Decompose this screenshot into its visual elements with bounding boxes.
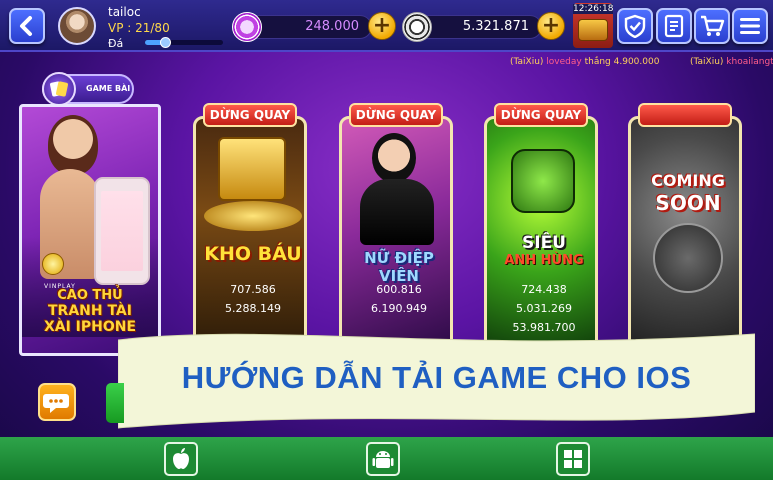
- rank-label: Đá: [108, 37, 124, 50]
- tutorial-banner-text: HƯỚNG DẪN TẢI GAME CHO IOS: [181, 360, 692, 395]
- treasure-chest-image: [218, 137, 286, 201]
- android-icon: [372, 451, 394, 468]
- ticker-text: thắng 4.900.000: [584, 57, 660, 67]
- game-bai-tab[interactable]: GAME BÀI: [42, 72, 134, 106]
- coin-icon: [42, 253, 64, 275]
- add-coins-button-2[interactable]: +: [537, 12, 565, 40]
- top-bar: tailoc VP : 21/80 Đá 248.000 + 5.321.871…: [0, 0, 773, 52]
- add-coins-button-1[interactable]: +: [368, 12, 396, 40]
- jackpot-value: 724.438: [521, 283, 567, 296]
- slot-card-sieu-anh-hung[interactable]: SIÊU ANH HÙNG 724.438 5.031.269 53.981.7…: [484, 116, 598, 354]
- plus-icon: +: [541, 13, 561, 38]
- slot-name-line-2: ANH HÙNG: [504, 253, 584, 268]
- jackpot-value: 600.816: [376, 283, 422, 296]
- document-icon: [664, 14, 684, 38]
- ticker-game: (TaiXiu): [690, 57, 724, 67]
- fist-image: [511, 149, 575, 213]
- windows-icon: [564, 450, 582, 468]
- skull-emblem-image: [653, 223, 723, 293]
- coin-balance-2: 5.321.871: [416, 15, 542, 39]
- game-bai-card[interactable]: VINPLAY CAO THỦ TRANH TÀI XÀI IPHONE: [19, 104, 161, 356]
- agent-head-image: [372, 133, 416, 183]
- ticker-player: loveday: [546, 57, 582, 67]
- game-bai-label: GAME BÀI: [86, 84, 131, 93]
- jackpot-value: 707.586: [230, 283, 276, 296]
- clock-text: 12:26:18: [573, 4, 614, 14]
- android-button[interactable]: [366, 442, 400, 476]
- side-button[interactable]: [106, 383, 124, 423]
- chip-icon: [402, 12, 432, 42]
- menu-icon: [740, 18, 760, 34]
- vp-progress-knob: [160, 37, 172, 48]
- vp-progress-bar: [145, 37, 223, 48]
- slot-status-ribbon: [638, 103, 732, 127]
- jackpot-value: 6.190.949: [371, 302, 427, 315]
- back-icon: [20, 16, 32, 36]
- avatar[interactable]: [58, 7, 96, 45]
- soon-label: SOON: [655, 191, 721, 215]
- event-chest[interactable]: 12:26:18: [573, 3, 613, 48]
- apple-icon: [173, 448, 189, 469]
- slot-card-kho-bau[interactable]: KHO BÁU 707.586 5.288.149: [193, 116, 307, 354]
- jackpot-value: 5.031.269: [516, 302, 572, 315]
- chat-button[interactable]: [38, 383, 76, 421]
- security-button[interactable]: [617, 8, 653, 44]
- promo-title-2: TRANH TÀI: [48, 303, 132, 319]
- ticker-game: (TaiXiu): [510, 57, 544, 67]
- ticker-item: (TaiXiu) khoailangti: [690, 57, 773, 67]
- back-button[interactable]: [9, 8, 45, 44]
- shop-button[interactable]: [694, 8, 730, 44]
- slot-status-ribbon: DỪNG QUAY: [494, 103, 588, 127]
- slot-card-nu-diep-vien[interactable]: NỮ ĐIỆP VIÊN 600.816 6.190.949: [339, 116, 453, 354]
- jackpot-value: 5.288.149: [225, 302, 281, 315]
- slot-name-line-1: SIÊU: [522, 233, 566, 253]
- ticker-player: khoailangti: [726, 57, 773, 67]
- gold-pile-image: [204, 201, 302, 231]
- slot-name: NỮ ĐIỆP VIÊN: [364, 249, 434, 285]
- slot-card-coming-soon: COMING SOON: [628, 116, 742, 354]
- plus-icon: +: [372, 13, 392, 38]
- agent-body-image: [360, 179, 434, 245]
- slot-name: KHO BÁU: [204, 243, 302, 265]
- phone-screen: [101, 191, 143, 271]
- ios-button[interactable]: [164, 442, 198, 476]
- ticker-item: (TaiXiu) loveday thắng 4.900.000: [510, 57, 659, 67]
- cards-glyph: [50, 81, 68, 97]
- cart-icon: [701, 15, 725, 36]
- menu-button[interactable]: [732, 8, 768, 44]
- phone-image: [94, 177, 150, 285]
- coming-label: COMING: [651, 171, 725, 190]
- shield-icon: [624, 14, 646, 38]
- vp-label: VP : 21/80: [108, 21, 170, 35]
- coin-balance-1: 248.000: [246, 15, 372, 39]
- slot-status-ribbon: DỪNG QUAY: [203, 103, 297, 127]
- history-button[interactable]: [656, 8, 692, 44]
- username: tailoc: [108, 5, 141, 19]
- promo-title-1: CAO THỦ: [57, 288, 123, 303]
- chest-icon: [578, 19, 608, 41]
- chip-icon: [232, 12, 262, 42]
- chat-icon: [43, 394, 69, 413]
- model-figure: [48, 115, 98, 175]
- slot-status-ribbon: DỪNG QUAY: [349, 103, 443, 127]
- cards-icon: [42, 72, 76, 106]
- windows-button[interactable]: [556, 442, 590, 476]
